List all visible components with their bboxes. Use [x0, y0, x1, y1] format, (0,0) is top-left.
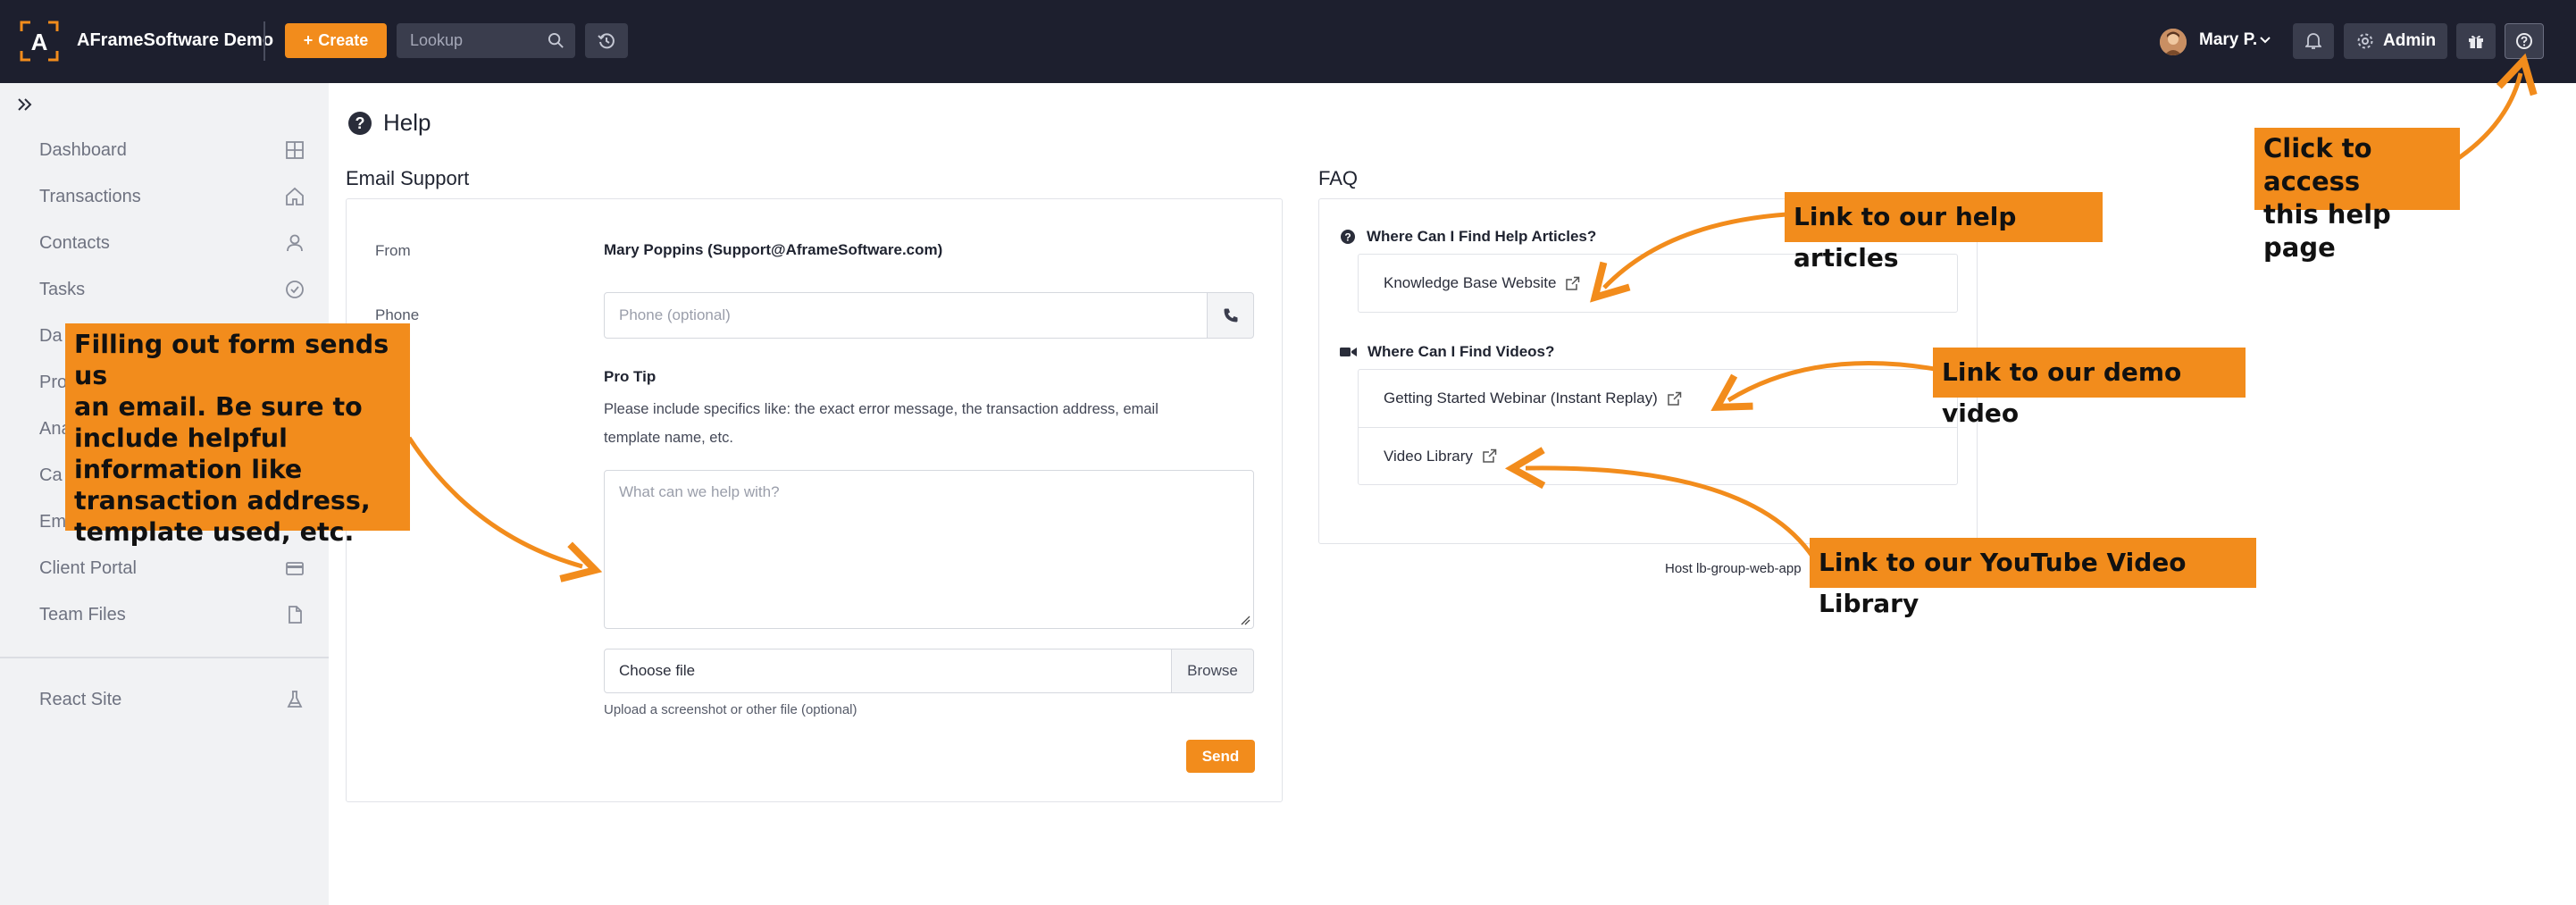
browse-button[interactable]: Browse — [1171, 649, 1254, 693]
help-button[interactable] — [2505, 23, 2544, 59]
sidebar-item-label: Team Files — [39, 605, 126, 624]
home-icon — [286, 187, 304, 205]
sidebar-item-tasks[interactable]: Tasks — [0, 271, 329, 306]
pro-tip-line: template name, etc. — [604, 430, 733, 446]
question-circle-icon: ? — [1341, 230, 1355, 244]
webinar-link[interactable]: Getting Started Webinar (Instant Replay) — [1359, 370, 1957, 427]
check-circle-icon — [286, 281, 304, 298]
from-label: From — [375, 242, 411, 259]
email-support-title: Email Support — [346, 167, 470, 189]
sidebar-item-label: Ca — [39, 465, 63, 485]
faq-question: ? Where Can I Find Help Articles? — [1340, 228, 1596, 246]
resize-handle-icon[interactable] — [1240, 615, 1250, 625]
avatar[interactable] — [2160, 29, 2187, 55]
external-link-icon — [1483, 448, 1497, 463]
gift-icon — [2469, 35, 2483, 48]
divider — [263, 21, 265, 61]
person-icon — [287, 234, 303, 252]
flask-icon — [287, 691, 303, 708]
admin-button[interactable]: Admin — [2344, 23, 2447, 59]
sidebar-item-team-files[interactable]: Team Files — [0, 596, 329, 632]
sidebar-item-client-portal[interactable]: Client Portal — [0, 549, 329, 585]
sidebar-divider — [0, 657, 329, 658]
top-navbar: A AFrameSoftware Demo + Create Mary P. A… — [0, 0, 2576, 83]
message-textarea[interactable] — [604, 470, 1254, 629]
file-help-text: Upload a screenshot or other file (optio… — [604, 702, 857, 717]
svg-text:?: ? — [1344, 231, 1351, 244]
file-input[interactable]: Choose file — [604, 649, 1172, 693]
external-link-icon — [1668, 391, 1682, 406]
video-library-link[interactable]: Video Library — [1359, 427, 1957, 484]
sidebar-item-label: React Site — [39, 690, 122, 709]
link-label: Video Library — [1384, 447, 1473, 465]
help-circle-icon — [2516, 33, 2532, 49]
chevron-down-icon[interactable] — [2258, 32, 2272, 46]
app-title[interactable]: AFrameSoftware Demo — [77, 30, 273, 51]
sidebar-item-transactions[interactable]: Transactions — [0, 178, 329, 214]
lookup-input[interactable] — [397, 23, 539, 58]
svg-text:A: A — [31, 29, 48, 55]
sidebar-item-label: Em — [39, 512, 66, 532]
sidebar-item-label: Dashboard — [39, 140, 127, 160]
faq-question: Where Can I Find Videos? — [1340, 343, 1554, 361]
phone-label: Phone — [375, 306, 420, 323]
faq-question-text: Where Can I Find Help Articles? — [1367, 228, 1597, 245]
phone-addon — [1207, 292, 1254, 339]
send-button[interactable]: Send — [1186, 740, 1255, 773]
help-circle-icon: ? — [348, 112, 372, 135]
plus-icon: + — [303, 31, 314, 49]
sidebar-item-label: Da — [39, 326, 63, 346]
external-link-icon — [1566, 276, 1580, 290]
sidebar-item-label: Client Portal — [39, 558, 137, 578]
faq-title: FAQ — [1318, 167, 1359, 189]
expand-sidebar-icon[interactable] — [16, 96, 34, 113]
lookup-search[interactable] — [397, 23, 575, 58]
callout-demo-video: Link to our demo video — [1933, 348, 2246, 428]
from-value: Mary Poppins (Support@AframeSoftware.com… — [604, 241, 943, 258]
create-label: Create — [318, 31, 369, 49]
gift-button[interactable] — [2456, 23, 2496, 59]
sidebar-item-dashboard[interactable]: Dashboard — [0, 131, 329, 167]
phone-field[interactable] — [604, 292, 1208, 339]
aframe-logo[interactable]: A — [20, 21, 59, 62]
user-name[interactable]: Mary P. — [2199, 30, 2257, 50]
search-icon[interactable] — [548, 32, 565, 49]
card-icon — [286, 562, 304, 575]
page-title: Help — [383, 109, 431, 136]
arrow-to-help-button — [2453, 53, 2538, 163]
sidebar-item-react-site[interactable]: React Site — [0, 681, 329, 716]
history-button[interactable] — [585, 23, 628, 58]
link-label: Getting Started Webinar (Instant Replay) — [1384, 390, 1658, 406]
file-icon — [289, 606, 302, 624]
callout-form-note: Filling out form sends us an email. Be s… — [65, 323, 410, 547]
sidebar-item-label: Pro — [39, 373, 68, 392]
pro-tip-title: Pro Tip — [604, 368, 657, 385]
admin-label: Admin — [2383, 31, 2437, 50]
pro-tip-line: Please include specifics like: the exact… — [604, 401, 1158, 417]
gear-icon — [2357, 33, 2373, 49]
callout-help-page: Click to access this help page — [2254, 128, 2460, 263]
create-button[interactable]: + Create — [285, 23, 387, 58]
bell-icon — [2305, 33, 2321, 49]
host-info: Host lb-group-web-app — [1665, 561, 1802, 576]
sidebar-item-label: Transactions — [39, 187, 141, 206]
notifications-button[interactable] — [2293, 23, 2334, 59]
sidebar-item-label: Tasks — [39, 280, 86, 299]
phone-icon — [1224, 308, 1237, 323]
grid-icon — [286, 141, 304, 159]
video-camera-icon — [1340, 348, 1357, 356]
callout-help-articles: Link to our help articles — [1785, 192, 2103, 272]
pro-tip-text: Please include specifics like: the exact… — [604, 395, 1193, 452]
link-label: Knowledge Base Website — [1384, 274, 1557, 291]
callout-youtube: Link to our YouTube Video Library — [1810, 538, 2256, 618]
faq-question-text: Where Can I Find Videos? — [1367, 343, 1555, 360]
history-icon — [598, 32, 615, 48]
sidebar-item-label: Contacts — [39, 233, 110, 253]
faq-links-videos: Getting Started Webinar (Instant Replay)… — [1358, 369, 1958, 485]
sidebar-item-contacts[interactable]: Contacts — [0, 224, 329, 260]
